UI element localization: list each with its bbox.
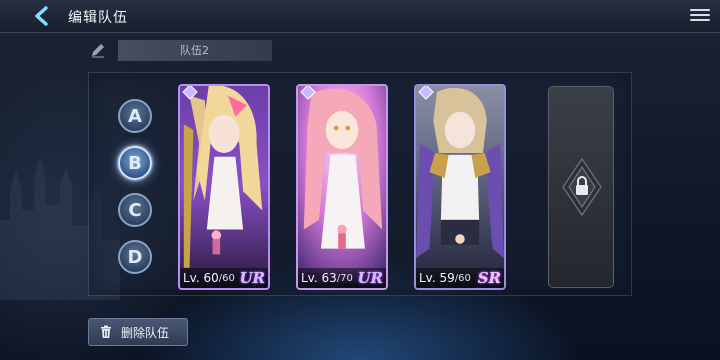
team-name-input[interactable]: 队伍2 [118,40,272,61]
level-text: Lv. 59 [419,271,455,285]
rarity-badge: UR [239,269,265,287]
level-bar: Lv. 60/60 UR [180,268,268,288]
locked-slot[interactable] [548,86,614,288]
character-card-1[interactable]: Lv. 60/60 UR [178,84,270,290]
level-max: /70 [336,272,353,284]
character-portrait [298,86,386,284]
character-portrait [180,86,268,284]
delete-team-button[interactable]: 删除队伍 [88,318,188,346]
team-slot-b[interactable]: B [118,146,152,180]
character-card-3[interactable]: Lv. 59/60 SR [414,84,506,290]
diamond-icon [300,86,316,100]
rarity-badge: SR [477,269,501,287]
rarity-badge: UR [357,269,383,287]
team-slot-d[interactable]: D [118,240,152,274]
level-text: Lv. 63 [301,271,337,285]
character-card-2[interactable]: Lv. 63/70 UR [296,84,388,290]
delete-team-label: 删除队伍 [121,325,170,340]
back-button[interactable] [30,5,54,27]
level-max: /60 [454,272,471,284]
lock-icon [562,157,602,217]
level-max: /60 [218,272,235,284]
level-bar: Lv. 59/60 SR [416,268,504,288]
menu-button[interactable] [690,6,710,24]
hamburger-menu-icon [690,9,710,11]
back-chevron-icon [35,6,48,26]
diamond-icon [182,86,198,100]
pencil-icon[interactable] [90,42,106,58]
level-bar: Lv. 63/70 UR [298,268,386,288]
diamond-icon [418,86,434,100]
level-text: Lv. 60 [183,271,219,285]
page-title: 编辑队伍 [68,10,128,26]
team-slot-a[interactable]: A [118,99,152,133]
top-bar: 编辑队伍 [0,0,720,33]
trash-icon [101,325,111,338]
team-slot-c[interactable]: C [118,193,152,227]
team-name-bar: 队伍2 [90,40,272,62]
character-portrait [416,86,504,284]
